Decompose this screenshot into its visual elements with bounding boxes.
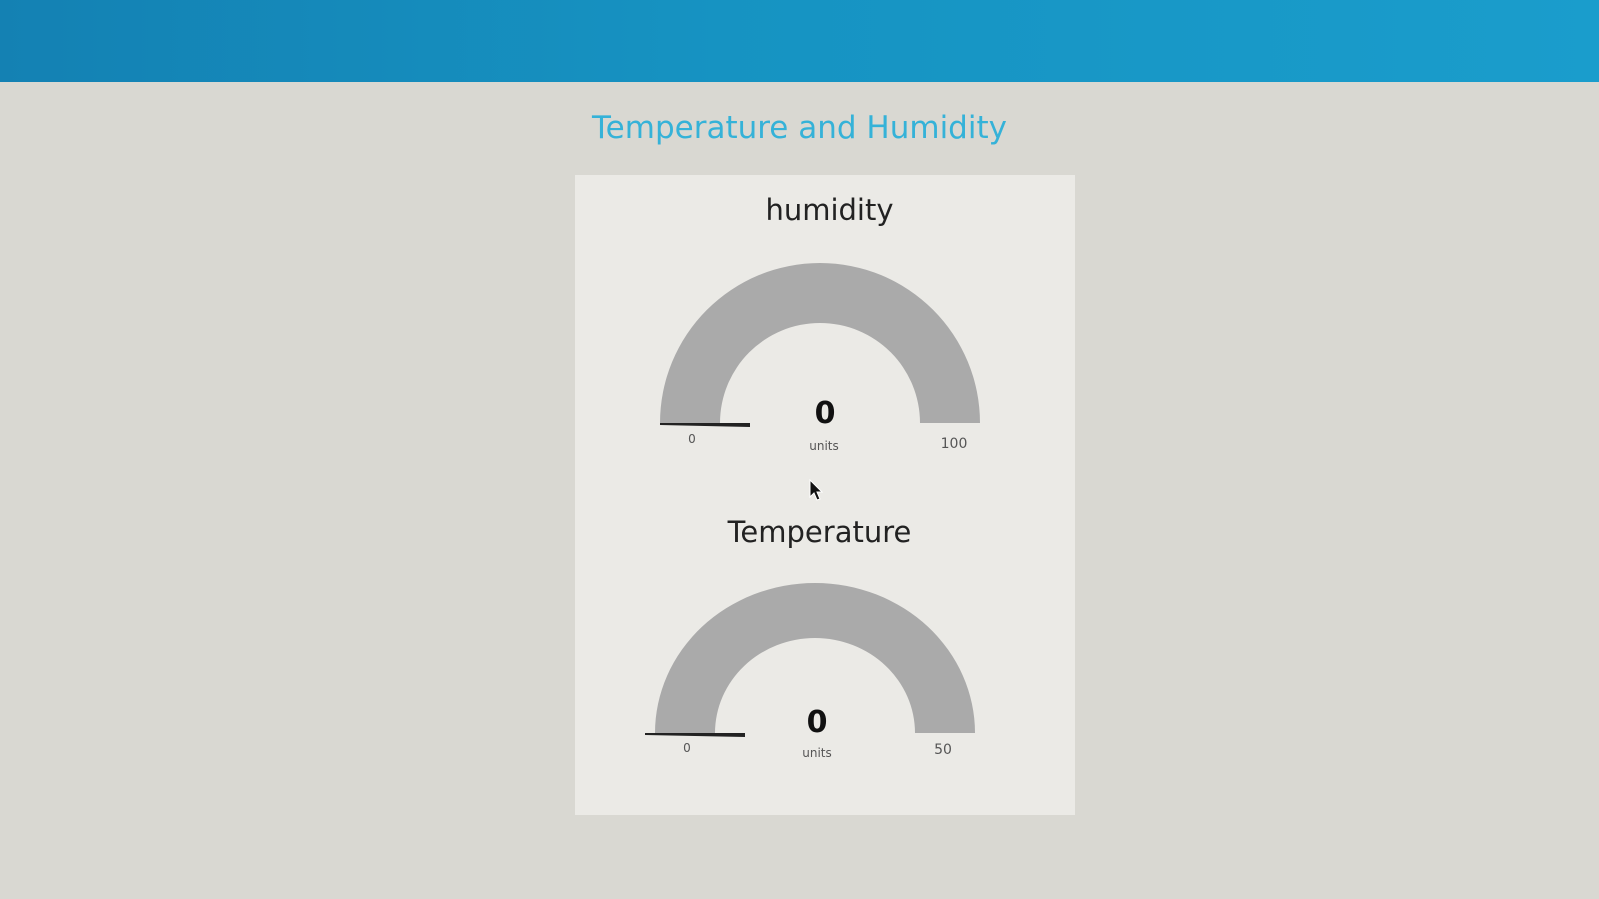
humidity-gauge: 0 units 0 100 — [660, 263, 980, 453]
temperature-gauge-unit: units — [802, 746, 832, 760]
header-bar — [0, 0, 1599, 82]
humidity-gauge-unit: units — [809, 439, 839, 453]
humidity-gauge-max-label: 100 — [941, 436, 968, 452]
temperature-gauge: 0 units 0 50 — [645, 583, 975, 760]
humidity-gauge-min-label: 0 — [688, 432, 696, 446]
humidity-gauge-title: humidity — [765, 193, 894, 227]
temperature-gauge-fill — [645, 733, 745, 737]
temperature-gauge-max-label: 50 — [934, 742, 952, 758]
mouse-pointer-icon — [809, 479, 824, 501]
humidity-gauge-fill — [660, 423, 750, 427]
humidity-gauge-value: 0 — [815, 396, 836, 431]
page-title: Temperature and Humidity — [592, 110, 1007, 146]
temperature-gauge-min-label: 0 — [683, 741, 691, 755]
temperature-gauge-title: Temperature — [727, 515, 912, 549]
temperature-gauge-value: 0 — [807, 705, 828, 740]
